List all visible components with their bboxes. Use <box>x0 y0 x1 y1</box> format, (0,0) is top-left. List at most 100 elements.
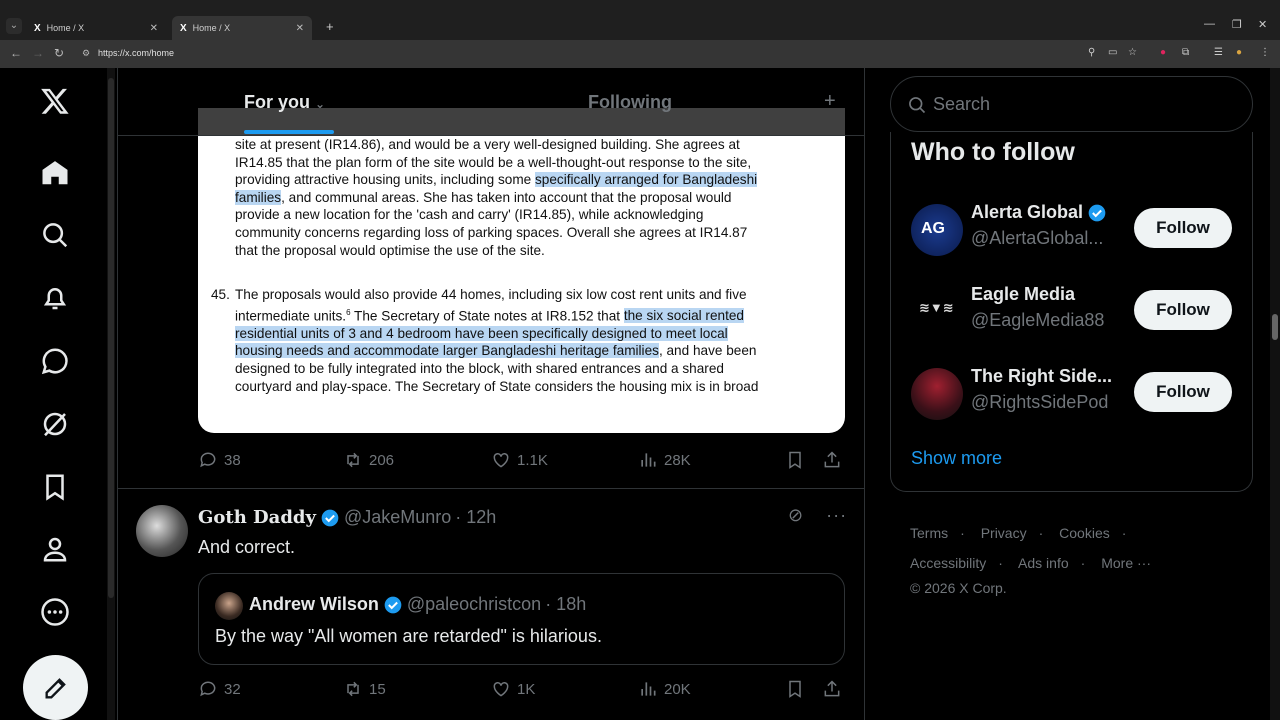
cast-icon[interactable]: ▭ <box>1108 47 1117 58</box>
verified-badge-icon <box>1088 204 1106 221</box>
avatar <box>215 592 243 620</box>
avatar[interactable]: ≋▼≋ <box>911 286 963 338</box>
search-placeholder: Search <box>933 94 991 114</box>
site-info-icon[interactable]: ⚙ <box>82 48 90 59</box>
profile-icon[interactable]: ● <box>1236 47 1242 58</box>
left-scrollbar[interactable] <box>107 68 115 720</box>
account-name[interactable]: Eagle Media <box>971 284 1075 305</box>
footer-link-accessibility[interactable]: Accessibility <box>910 555 986 571</box>
grok-icon[interactable]: ⊘ <box>788 505 803 525</box>
view-count: 28K <box>664 451 691 469</box>
alerta-global-logo: AG <box>921 220 945 237</box>
follow-button[interactable]: Follow <box>1134 208 1232 248</box>
x-logo-icon: X <box>180 22 187 34</box>
tab-strip-icon[interactable]: ☰ <box>1214 47 1223 58</box>
follow-button[interactable]: Follow <box>1134 372 1232 412</box>
author-handle[interactable]: @JakeMunro <box>344 507 451 528</box>
footer-link-cookies[interactable]: Cookies <box>1059 525 1110 541</box>
account-handle[interactable]: @RightsSidePod <box>971 392 1121 413</box>
address-bar[interactable]: ⚙ https://x.com/home <box>76 44 1166 64</box>
maximize-button[interactable]: ❐ <box>1232 18 1242 31</box>
page-scrollbar[interactable] <box>1270 68 1280 720</box>
quoted-post-header: Andrew Wilson @paleochristcon · 18h <box>249 594 586 615</box>
repost-button[interactable]: 15 <box>343 679 386 699</box>
x-logo-icon: X <box>34 22 41 34</box>
like-button[interactable]: 1K <box>491 679 535 699</box>
reload-icon[interactable]: ↻ <box>54 46 64 60</box>
more-icon[interactable] <box>38 595 72 629</box>
messages-icon[interactable] <box>38 344 72 378</box>
account-handle[interactable]: @AlertaGlobal... <box>971 228 1121 249</box>
bookmark-button[interactable] <box>785 679 811 699</box>
grok-icon[interactable] <box>38 407 72 441</box>
explore-search-icon[interactable] <box>38 218 72 252</box>
like-count: 1.1K <box>517 451 548 469</box>
avatar[interactable]: AG <box>911 204 963 256</box>
bookmarks-icon[interactable] <box>38 470 72 504</box>
show-more-link[interactable]: Show more <box>911 448 1002 469</box>
account-name[interactable]: Alerta Global <box>971 202 1111 223</box>
x-app: For you ⌄ Following + site at present (I… <box>0 68 1280 720</box>
tab-title: Home / X <box>46 23 85 33</box>
compose-quill-icon <box>45 677 66 698</box>
share-button[interactable] <box>822 679 848 699</box>
close-icon[interactable]: ✕ <box>296 23 304 34</box>
avatar[interactable] <box>911 368 963 420</box>
x-logo-icon[interactable] <box>38 84 72 118</box>
close-icon[interactable]: ✕ <box>150 23 158 34</box>
window-close-button[interactable]: ✕ <box>1258 18 1267 31</box>
minimize-button[interactable]: — <box>1204 18 1215 30</box>
home-icon[interactable] <box>38 156 72 190</box>
account-handle[interactable]: @EagleMedia88 <box>971 310 1121 331</box>
reply-button[interactable]: 38 <box>198 450 241 470</box>
footer-link-terms[interactable]: Terms <box>910 525 948 541</box>
verified-badge-icon <box>384 596 402 613</box>
follow-suggestion[interactable]: The Right Side... @RightsSidePod Follow <box>891 362 1254 432</box>
back-icon[interactable]: ← <box>10 46 22 60</box>
right-sidebar: Search Who to follow AG Alerta Global @A… <box>890 68 1254 720</box>
share-button[interactable] <box>822 450 848 470</box>
profile-icon[interactable] <box>38 532 72 566</box>
repost-button[interactable]: 206 <box>343 450 394 470</box>
tab-title: Home / X <box>192 23 231 33</box>
extensions-puzzle-icon[interactable]: ⧉ <box>1182 47 1189 58</box>
views-button[interactable]: 20K <box>638 679 691 699</box>
browser-tab[interactable]: X Home / X ✕ <box>26 16 166 40</box>
chevron-down-icon[interactable]: ⌄ <box>315 97 325 111</box>
tab-following[interactable]: Following <box>588 92 672 113</box>
more-options-icon[interactable]: ··· <box>826 505 847 525</box>
tab-search-button[interactable]: ⌄ <box>6 18 22 34</box>
bookmark-button[interactable] <box>785 450 811 470</box>
forward-icon[interactable]: → <box>32 46 44 60</box>
like-button[interactable]: 1.1K <box>491 450 548 470</box>
follow-suggestion[interactable]: ≋▼≋ Eagle Media @EagleMedia88 Follow <box>891 280 1254 350</box>
avatar[interactable] <box>136 505 188 557</box>
follow-button[interactable]: Follow <box>1134 290 1232 330</box>
follow-suggestion[interactable]: AG Alerta Global @AlertaGlobal... Follow <box>891 198 1254 268</box>
add-feed-plus-icon[interactable]: + <box>824 90 836 113</box>
bookmark-icon <box>789 451 801 469</box>
extension-icon[interactable]: ● <box>1160 47 1166 58</box>
views-chart-icon <box>641 682 656 696</box>
quoted-post[interactable]: Andrew Wilson @paleochristcon · 18h By t… <box>198 573 845 665</box>
views-button[interactable]: 28K <box>638 450 691 470</box>
browser-tab-active[interactable]: X Home / X ✕ <box>172 16 312 40</box>
footer-link-ads-info[interactable]: Ads info <box>1018 555 1069 571</box>
reply-button[interactable]: 32 <box>198 679 241 699</box>
account-name[interactable]: The Right Side... <box>971 366 1112 387</box>
browser-tab-bar: ⌄ X Home / X ✕ X Home / X ✕ + — ❐ ✕ <box>0 0 1280 40</box>
search-input[interactable]: Search <box>890 76 1253 132</box>
zoom-icon[interactable]: ⚲ <box>1088 47 1095 58</box>
browser-menu-icon[interactable]: ⋮ <box>1260 47 1270 58</box>
bookmark-star-icon[interactable]: ☆ <box>1128 47 1137 58</box>
footer-link-more[interactable]: More ··· <box>1101 555 1151 571</box>
post-media-document[interactable]: site at present (IR14.86), and would be … <box>198 108 845 433</box>
new-tab-button[interactable]: + <box>326 19 334 34</box>
footer-link-privacy[interactable]: Privacy <box>981 525 1027 541</box>
reply-icon <box>200 452 216 468</box>
post-time[interactable]: · 12h <box>455 507 496 528</box>
notifications-bell-icon[interactable] <box>38 281 72 315</box>
compose-post-button[interactable] <box>23 655 88 720</box>
tab-for-you[interactable]: For you ⌄ <box>244 92 325 113</box>
author-name[interactable]: Goth Daddy <box>198 507 316 528</box>
